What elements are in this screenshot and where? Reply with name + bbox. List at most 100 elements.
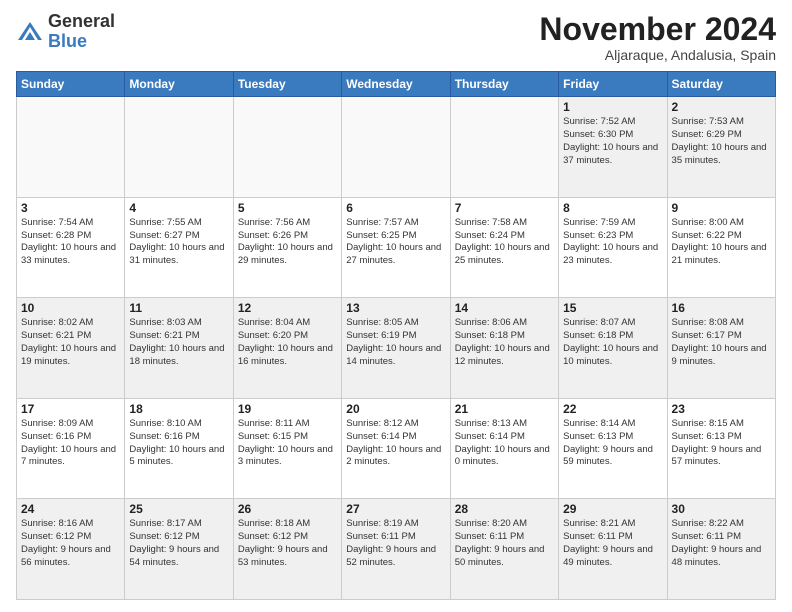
calendar-cell: 9 Sunrise: 8:00 AMSunset: 6:22 PMDaylight… (667, 197, 775, 298)
day-number: 9 (672, 201, 771, 215)
day-number: 16 (672, 301, 771, 315)
day-number: 17 (21, 402, 120, 416)
calendar-week-row: 1 Sunrise: 7:52 AMSunset: 6:30 PMDaylight… (17, 97, 776, 198)
day-number: 21 (455, 402, 554, 416)
logo-blue: Blue (48, 32, 115, 52)
day-number: 15 (563, 301, 662, 315)
calendar-cell: 25 Sunrise: 8:17 AMSunset: 6:12 PMDayligh… (125, 499, 233, 600)
weekday-header: Sunday (17, 72, 125, 97)
calendar-cell: 6Sunrise: 7:57 AMSunset: 6:25 PMDaylight… (342, 197, 450, 298)
calendar-cell: 30Sunrise: 8:22 AMSunset: 6:11 PMDayligh… (667, 499, 775, 600)
calendar-cell: 17Sunrise: 8:09 AMSunset: 6:16 PMDayligh… (17, 398, 125, 499)
calendar-cell: 19 Sunrise: 8:11 AMSunset: 6:15 PMDayligh… (233, 398, 341, 499)
calendar-cell: 7 Sunrise: 7:58 AMSunset: 6:24 PMDaylight… (450, 197, 558, 298)
calendar-cell (342, 97, 450, 198)
day-info: Sunrise: 8:14 AMSunset: 6:13 PMDaylight:… (563, 418, 662, 469)
calendar-cell (450, 97, 558, 198)
calendar-cell: 13 Sunrise: 8:05 AMSunset: 6:19 PMDayligh… (342, 298, 450, 399)
day-info: Sunrise: 8:21 AMSunset: 6:11 PMDaylight:… (563, 518, 662, 569)
day-number: 30 (672, 502, 771, 516)
day-info: Sunrise: 8:03 AMSunset: 6:21 PMDaylight:… (129, 317, 228, 368)
calendar-week-row: 24 Sunrise: 8:16 AMSunset: 6:12 PMDayligh… (17, 499, 776, 600)
day-info: Sunrise: 7:52 AMSunset: 6:30 PMDaylight:… (563, 116, 662, 167)
day-number: 19 (238, 402, 337, 416)
logo-text: General Blue (48, 12, 115, 52)
weekday-header: Saturday (667, 72, 775, 97)
day-number: 1 (563, 100, 662, 114)
calendar-cell (125, 97, 233, 198)
day-number: 10 (21, 301, 120, 315)
calendar-cell: 21 Sunrise: 8:13 AMSunset: 6:14 PMDayligh… (450, 398, 558, 499)
day-number: 11 (129, 301, 228, 315)
day-number: 13 (346, 301, 445, 315)
calendar-table: SundayMondayTuesdayWednesdayThursdayFrid… (16, 71, 776, 600)
logo-general: General (48, 12, 115, 32)
calendar-cell (17, 97, 125, 198)
calendar-cell: 23 Sunrise: 8:15 AMSunset: 6:13 PMDayligh… (667, 398, 775, 499)
calendar-week-row: 17Sunrise: 8:09 AMSunset: 6:16 PMDayligh… (17, 398, 776, 499)
day-number: 14 (455, 301, 554, 315)
calendar-cell: 20 Sunrise: 8:12 AMSunset: 6:14 PMDayligh… (342, 398, 450, 499)
day-number: 24 (21, 502, 120, 516)
page: General Blue November 2024 Aljaraque, An… (0, 0, 792, 612)
header: General Blue November 2024 Aljaraque, An… (16, 12, 776, 63)
calendar-cell: 24 Sunrise: 8:16 AMSunset: 6:12 PMDayligh… (17, 499, 125, 600)
calendar: SundayMondayTuesdayWednesdayThursdayFrid… (16, 71, 776, 600)
day-number: 23 (672, 402, 771, 416)
day-info: Sunrise: 7:53 AMSunset: 6:29 PMDaylight:… (672, 116, 771, 167)
day-info: Sunrise: 7:55 AMSunset: 6:27 PMDaylight:… (129, 217, 228, 268)
calendar-cell: 26 Sunrise: 8:18 AMSunset: 6:12 PMDayligh… (233, 499, 341, 600)
weekday-header: Monday (125, 72, 233, 97)
calendar-cell: 18Sunrise: 8:10 AMSunset: 6:16 PMDayligh… (125, 398, 233, 499)
day-number: 7 (455, 201, 554, 215)
calendar-week-row: 10Sunrise: 8:02 AMSunset: 6:21 PMDayligh… (17, 298, 776, 399)
day-info: Sunrise: 8:06 AMSunset: 6:18 PMDaylight:… (455, 317, 554, 368)
day-number: 4 (129, 201, 228, 215)
title-block: November 2024 Aljaraque, Andalusia, Spai… (539, 12, 776, 63)
day-number: 26 (238, 502, 337, 516)
day-info: Sunrise: 7:54 AMSunset: 6:28 PMDaylight:… (21, 217, 120, 268)
calendar-cell: 16 Sunrise: 8:08 AMSunset: 6:17 PMDayligh… (667, 298, 775, 399)
day-number: 27 (346, 502, 445, 516)
weekday-header: Thursday (450, 72, 558, 97)
calendar-cell: 5Sunrise: 7:56 AMSunset: 6:26 PMDaylight… (233, 197, 341, 298)
day-number: 22 (563, 402, 662, 416)
day-info: Sunrise: 7:57 AMSunset: 6:25 PMDaylight:… (346, 217, 445, 268)
day-number: 2 (672, 100, 771, 114)
calendar-cell: 10Sunrise: 8:02 AMSunset: 6:21 PMDayligh… (17, 298, 125, 399)
day-info: Sunrise: 8:05 AMSunset: 6:19 PMDaylight:… (346, 317, 445, 368)
day-info: Sunrise: 8:08 AMSunset: 6:17 PMDaylight:… (672, 317, 771, 368)
calendar-cell: 29Sunrise: 8:21 AMSunset: 6:11 PMDayligh… (559, 499, 667, 600)
calendar-cell: 22 Sunrise: 8:14 AMSunset: 6:13 PMDayligh… (559, 398, 667, 499)
weekday-header: Friday (559, 72, 667, 97)
calendar-cell: 28Sunrise: 8:20 AMSunset: 6:11 PMDayligh… (450, 499, 558, 600)
day-info: Sunrise: 8:13 AMSunset: 6:14 PMDaylight:… (455, 418, 554, 469)
day-number: 25 (129, 502, 228, 516)
weekday-header: Wednesday (342, 72, 450, 97)
day-info: Sunrise: 8:11 AMSunset: 6:15 PMDaylight:… (238, 418, 337, 469)
day-info: Sunrise: 8:00 AMSunset: 6:22 PMDaylight:… (672, 217, 771, 268)
day-info: Sunrise: 8:15 AMSunset: 6:13 PMDaylight:… (672, 418, 771, 469)
month-title: November 2024 (539, 12, 776, 47)
calendar-cell: 12Sunrise: 8:04 AMSunset: 6:20 PMDayligh… (233, 298, 341, 399)
weekday-header-row: SundayMondayTuesdayWednesdayThursdayFrid… (17, 72, 776, 97)
day-info: Sunrise: 7:58 AMSunset: 6:24 PMDaylight:… (455, 217, 554, 268)
day-number: 8 (563, 201, 662, 215)
day-info: Sunrise: 7:56 AMSunset: 6:26 PMDaylight:… (238, 217, 337, 268)
day-info: Sunrise: 8:07 AMSunset: 6:18 PMDaylight:… (563, 317, 662, 368)
day-number: 3 (21, 201, 120, 215)
calendar-cell: 3 Sunrise: 7:54 AMSunset: 6:28 PMDaylight… (17, 197, 125, 298)
day-info: Sunrise: 8:20 AMSunset: 6:11 PMDaylight:… (455, 518, 554, 569)
calendar-cell: 11 Sunrise: 8:03 AMSunset: 6:21 PMDayligh… (125, 298, 233, 399)
calendar-cell: 4 Sunrise: 7:55 AMSunset: 6:27 PMDaylight… (125, 197, 233, 298)
calendar-week-row: 3 Sunrise: 7:54 AMSunset: 6:28 PMDaylight… (17, 197, 776, 298)
weekday-header: Tuesday (233, 72, 341, 97)
day-info: Sunrise: 8:10 AMSunset: 6:16 PMDaylight:… (129, 418, 228, 469)
day-info: Sunrise: 8:16 AMSunset: 6:12 PMDaylight:… (21, 518, 120, 569)
day-number: 20 (346, 402, 445, 416)
day-info: Sunrise: 8:17 AMSunset: 6:12 PMDaylight:… (129, 518, 228, 569)
calendar-cell: 8 Sunrise: 7:59 AMSunset: 6:23 PMDaylight… (559, 197, 667, 298)
day-info: Sunrise: 7:59 AMSunset: 6:23 PMDaylight:… (563, 217, 662, 268)
day-info: Sunrise: 8:18 AMSunset: 6:12 PMDaylight:… (238, 518, 337, 569)
day-info: Sunrise: 8:12 AMSunset: 6:14 PMDaylight:… (346, 418, 445, 469)
